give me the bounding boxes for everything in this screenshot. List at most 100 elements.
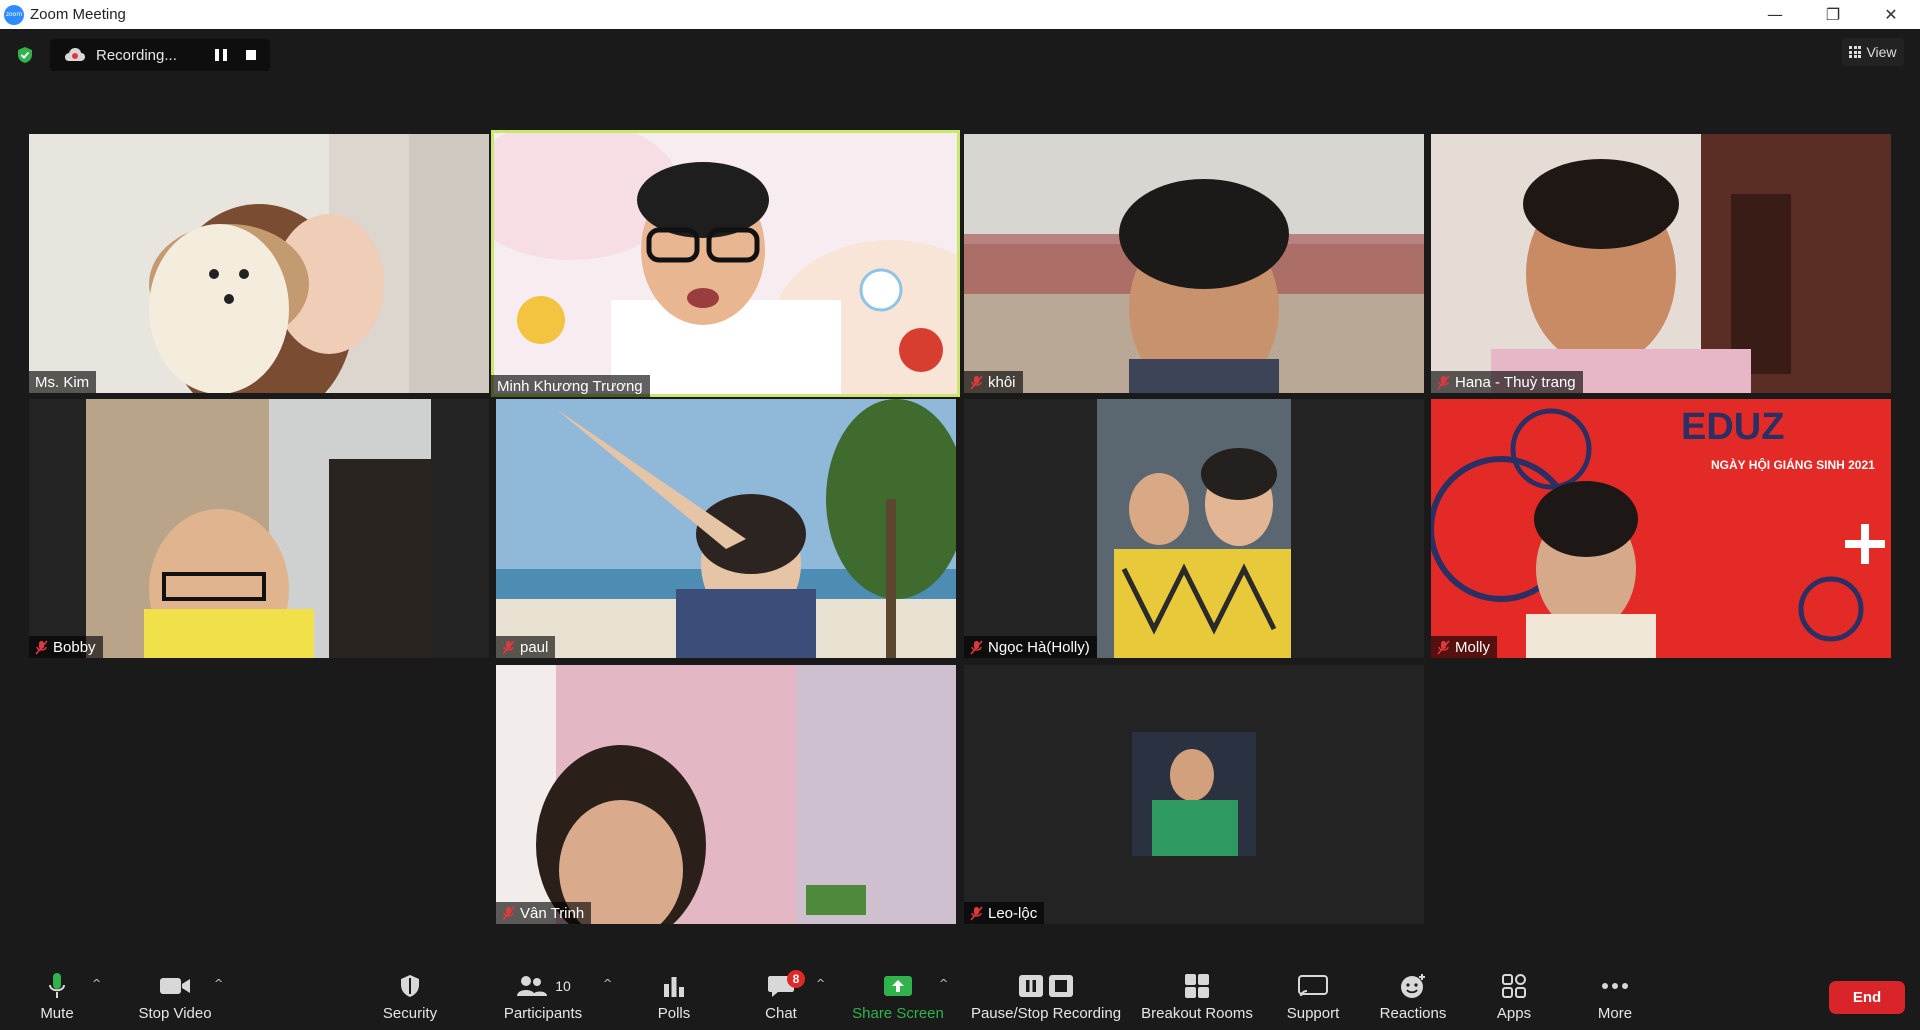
participants-button[interactable]: 10 Participants: [500, 960, 586, 1030]
participant-name-label: Ms. Kim: [29, 371, 97, 393]
pause-stop-recording-icon: [1019, 975, 1073, 997]
security-button[interactable]: Security: [378, 960, 442, 1030]
share-screen-button[interactable]: Share Screen: [852, 960, 944, 1030]
polls-bar-chart-icon: [664, 977, 684, 997]
share-options-caret-icon[interactable]: ^: [939, 977, 949, 990]
stop-recording-icon[interactable]: [246, 50, 256, 60]
support-label: Support: [1286, 1005, 1340, 1022]
chat-options-caret-icon[interactable]: ^: [816, 977, 826, 990]
view-button[interactable]: View: [1842, 38, 1904, 66]
svg-text:NGÀY HỘI GIÁNG SINH 2021: NGÀY HỘI GIÁNG SINH 2021: [1711, 457, 1875, 472]
participant-name: Molly: [1455, 638, 1491, 656]
video-tile-ms-kim[interactable]: Ms. Kim: [29, 134, 489, 393]
muted-mic-icon: [1437, 639, 1450, 655]
video-frame: [496, 665, 956, 924]
video-tile-khoi[interactable]: khôi: [964, 134, 1424, 393]
muted-mic-icon: [970, 374, 983, 390]
participant-name-label: Minh Khương Trương: [491, 375, 650, 397]
reactions-label: Reactions: [1379, 1005, 1447, 1022]
minimize-button[interactable]: —: [1746, 0, 1804, 29]
muted-mic-icon: [502, 905, 515, 921]
apps-button[interactable]: Apps: [1492, 960, 1536, 1030]
participant-name: Vân Trinh: [520, 904, 585, 922]
video-tile-ngoc-ha-holly[interactable]: Ngọc Hà(Holly): [964, 399, 1424, 658]
participant-name: Ms. Kim: [35, 373, 90, 391]
video-frame: EDUZ NGÀY HỘI GIÁNG SINH 2021: [1431, 399, 1891, 658]
participant-name-label: Ngọc Hà(Holly): [964, 636, 1097, 658]
chat-button[interactable]: 8 Chat: [761, 960, 805, 1030]
video-tile-minh-khuong-truong[interactable]: Minh Khương Trương: [491, 130, 960, 397]
support-button[interactable]: Support: [1283, 960, 1343, 1030]
participant-name: Hana - Thuỳ trang: [1455, 373, 1576, 391]
video-frame: [496, 399, 956, 658]
participant-name: khôi: [988, 373, 1016, 391]
muted-mic-icon: [970, 639, 983, 655]
end-meeting-button[interactable]: End: [1829, 981, 1905, 1014]
breakout-rooms-label: Breakout Rooms: [1141, 1005, 1253, 1022]
participant-name: paul: [520, 638, 549, 656]
microphone-icon: [49, 973, 65, 998]
chat-label: Chat: [765, 1005, 797, 1022]
participant-name-label: paul: [496, 636, 556, 658]
participant-name-label: khôi: [964, 371, 1023, 393]
video-frame: [964, 399, 1424, 658]
security-label: Security: [382, 1005, 438, 1022]
video-frame: [964, 134, 1424, 393]
video-tile-leo-loc[interactable]: Leo-lộc: [964, 665, 1424, 924]
mute-options-caret-icon[interactable]: ^: [92, 977, 102, 990]
view-label: View: [1866, 44, 1897, 60]
stop-video-button[interactable]: Stop Video: [133, 960, 217, 1030]
svg-text:EDUZ: EDUZ: [1681, 406, 1784, 448]
participant-name: Leo-lộc: [988, 904, 1038, 922]
participant-name-label: Vân Trinh: [496, 902, 592, 924]
restore-button[interactable]: ❐: [1804, 0, 1862, 29]
pause-stop-recording-button[interactable]: Pause/Stop Recording: [968, 960, 1124, 1030]
video-frame: [1431, 134, 1891, 393]
polls-button[interactable]: Polls: [652, 960, 696, 1030]
video-frame: [964, 665, 1424, 924]
share-screen-arrow-icon: [884, 976, 912, 996]
chat-unread-badge: 8: [787, 970, 805, 988]
participants-label: Participants: [503, 1005, 583, 1022]
grid-view-icon: [1849, 46, 1862, 58]
participant-name-label: Bobby: [29, 636, 103, 658]
video-tile-paul[interactable]: paul: [496, 399, 956, 658]
zoom-logo-icon: zoom: [4, 4, 24, 25]
recording-indicator: Recording...: [50, 39, 270, 71]
video-frame: [491, 130, 960, 397]
video-tile-bobby[interactable]: Bobby: [29, 399, 489, 658]
close-button[interactable]: ✕: [1862, 0, 1920, 29]
video-tile-molly[interactable]: EDUZ NGÀY HỘI GIÁNG SINH 2021 Molly: [1431, 399, 1891, 658]
mute-button[interactable]: Mute: [35, 960, 79, 1030]
breakout-rooms-icon: [1185, 974, 1209, 998]
window-controls: — ❐ ✕: [1746, 0, 1920, 29]
zoom-logo-text: zoom: [5, 11, 23, 18]
video-camera-icon: [160, 978, 190, 994]
breakout-rooms-button[interactable]: Breakout Rooms: [1140, 960, 1254, 1030]
mute-label: Mute: [40, 1005, 74, 1022]
participants-options-caret-icon[interactable]: ^: [603, 977, 613, 990]
stop-video-label: Stop Video: [138, 1005, 212, 1022]
meeting-area: Recording... View Ms. Kim Minh Khương Tr…: [0, 29, 1920, 960]
reactions-emoji-icon: [1401, 974, 1425, 998]
video-tile-van-trinh[interactable]: Vân Trinh: [496, 665, 956, 924]
reactions-button[interactable]: Reactions: [1378, 960, 1448, 1030]
more-dots-icon: [1602, 983, 1628, 989]
pause-recording-icon[interactable]: [215, 49, 227, 61]
participant-name-label: Hana - Thuỳ trang: [1431, 371, 1583, 393]
window-titlebar: zoom Zoom Meeting — ❐ ✕: [0, 0, 1920, 29]
participant-name: Bobby: [53, 638, 96, 656]
participant-name-label: Leo-lộc: [964, 902, 1045, 924]
participants-count: 10: [555, 978, 571, 994]
share-screen-label: Share Screen: [852, 1005, 944, 1022]
video-tile-hana-thuy-trang[interactable]: Hana - Thuỳ trang: [1431, 134, 1891, 393]
more-button[interactable]: More: [1593, 960, 1637, 1030]
security-shield-icon: [401, 975, 419, 997]
encryption-shield-icon[interactable]: [16, 46, 34, 64]
participant-name-label: Molly: [1431, 636, 1498, 658]
polls-label: Polls: [657, 1005, 691, 1022]
video-options-caret-icon[interactable]: ^: [214, 977, 224, 990]
meeting-toolbar: Mute ^ Stop Video ^ Security 10 Particip…: [0, 960, 1920, 1030]
video-frame: [29, 399, 489, 658]
muted-mic-icon: [502, 639, 515, 655]
